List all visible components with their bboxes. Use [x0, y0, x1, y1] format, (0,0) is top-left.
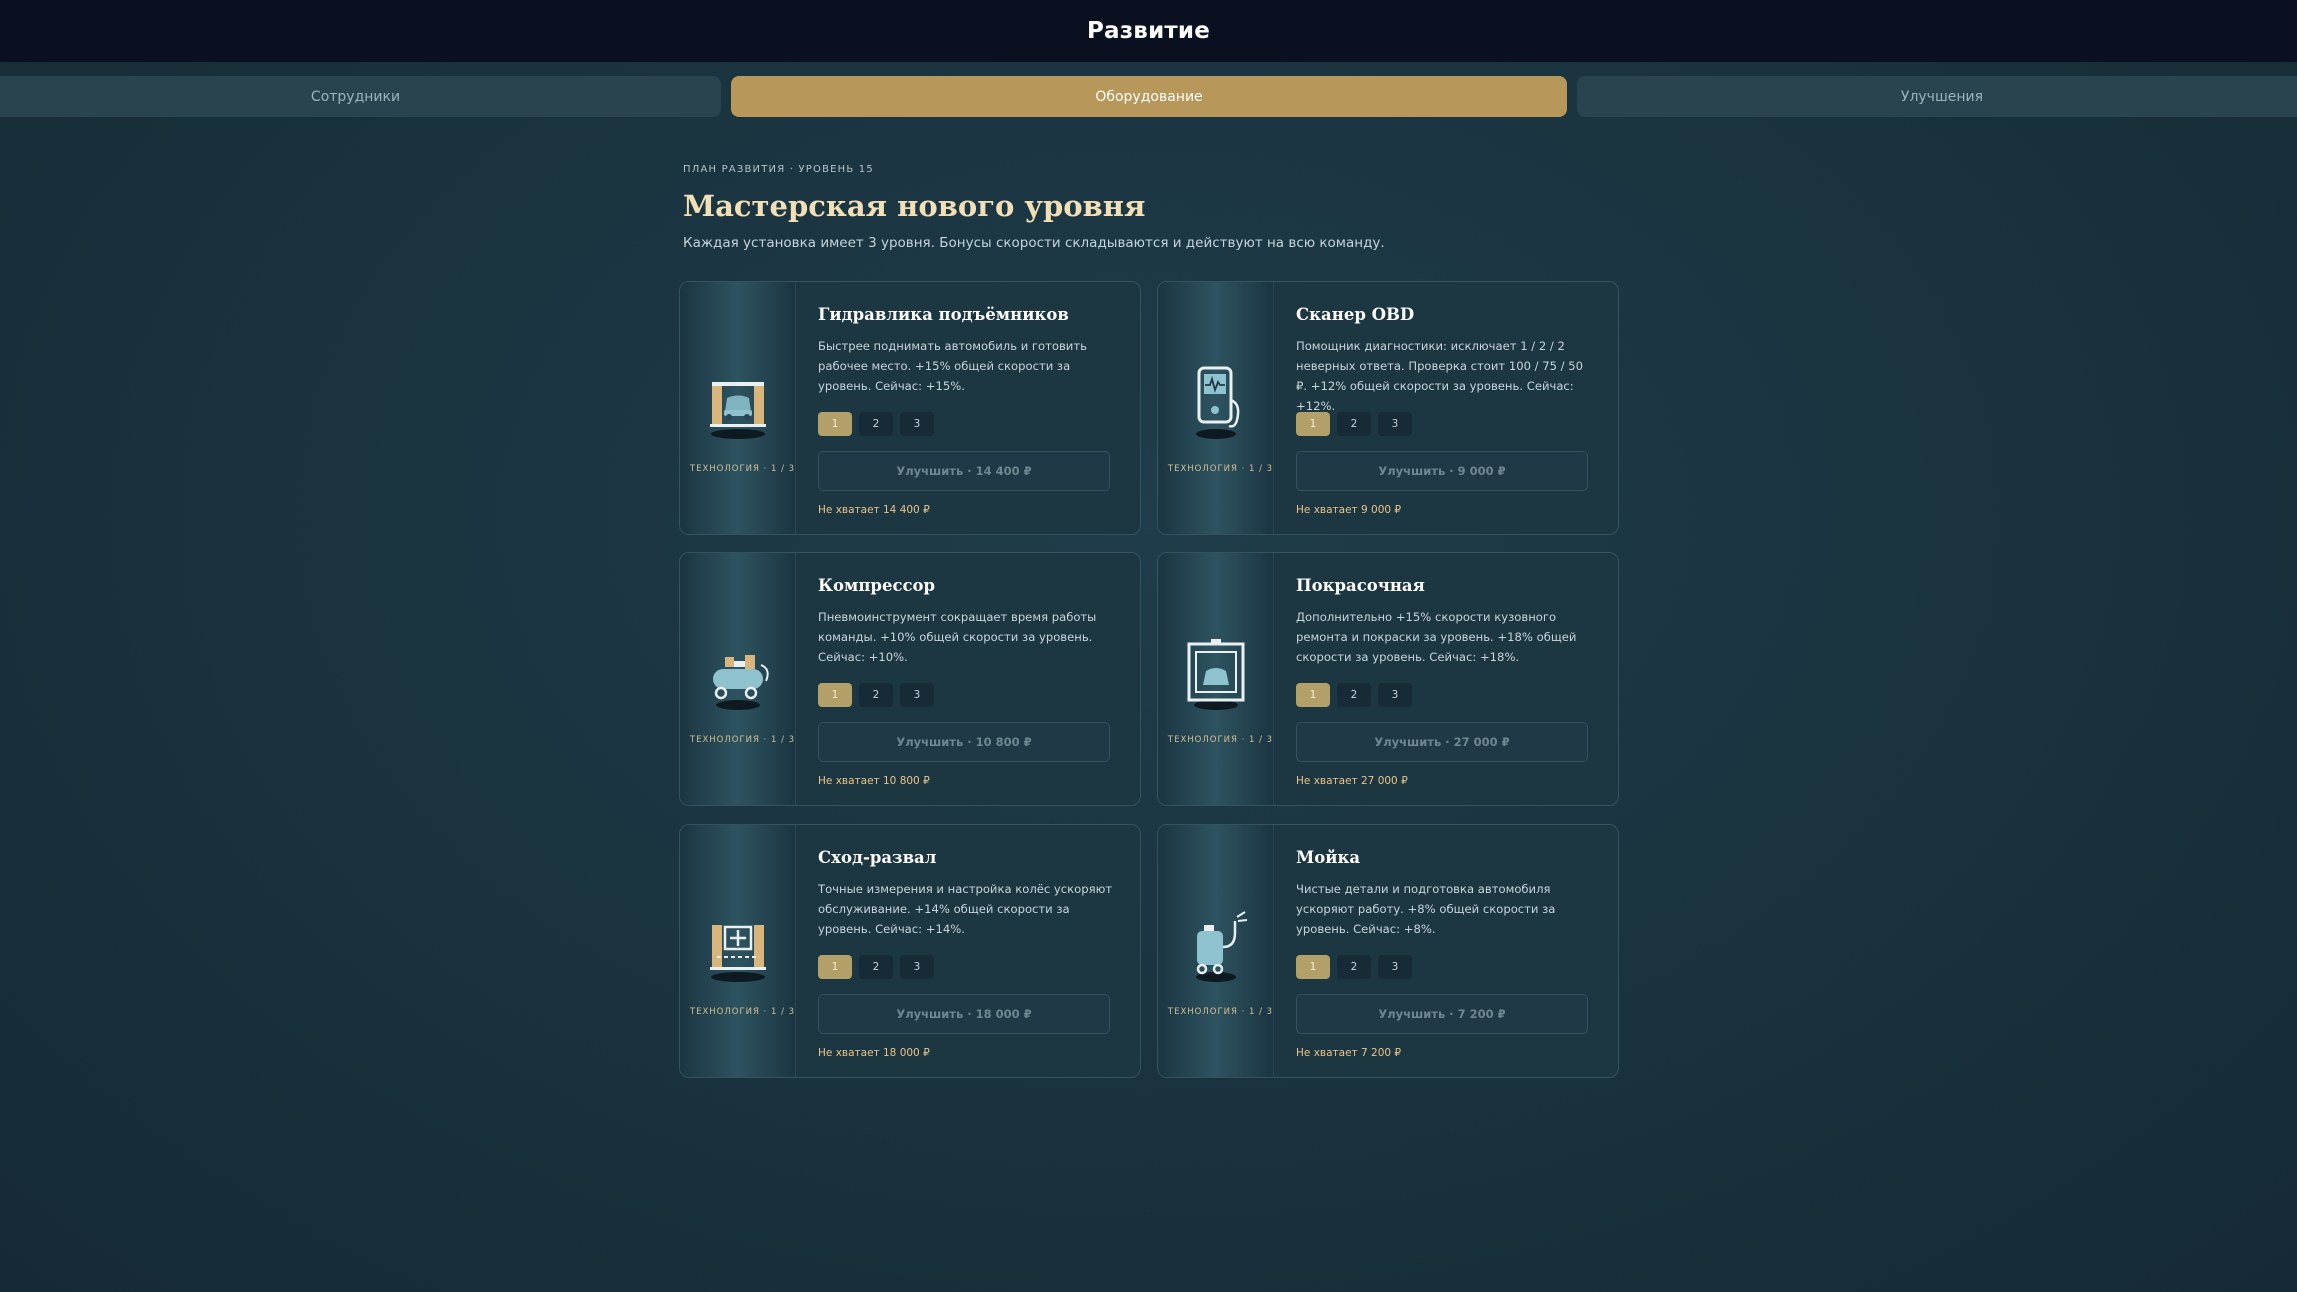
equipment-card-alignment: ТЕХНОЛОГИЯ · 1 / 3 Сход-развал Точные из…	[679, 824, 1141, 1078]
card-body: Покрасочная Дополнительно +15% скорости …	[1274, 553, 1618, 805]
level-selector: 1 2 3	[1296, 412, 1412, 436]
compressor-icon	[703, 631, 773, 711]
upgrade-button[interactable]: Улучшить · 18 000 ₽	[818, 994, 1110, 1034]
level-selector: 1 2 3	[1296, 683, 1412, 707]
level-2: 2	[859, 955, 893, 979]
plan-level-label: ПЛАН РАЗВИТИЯ · УРОВЕНЬ 15	[683, 164, 874, 175]
section-subtitle: Каждая установка имеет 3 уровня. Бонусы …	[683, 235, 1385, 251]
upgrade-button[interactable]: Улучшить · 7 200 ₽	[1296, 994, 1588, 1034]
section-title: Мастерская нового уровня	[683, 189, 1146, 223]
level-1: 1	[818, 412, 852, 436]
level-3: 3	[1378, 683, 1412, 707]
level-selector: 1 2 3	[1296, 955, 1412, 979]
equipment-card-paint-booth: ТЕХНОЛОГИЯ · 1 / 3 Покрасочная Дополните…	[1157, 552, 1619, 806]
card-title: Сход-развал	[818, 848, 937, 867]
equipment-card-compressor: ТЕХНОЛОГИЯ · 1 / 3 Компрессор Пневмоинст…	[679, 552, 1141, 806]
insufficient-funds-text: Не хватает 10 800 ₽	[818, 775, 930, 787]
card-illustration: ТЕХНОЛОГИЯ · 1 / 3	[680, 825, 796, 1077]
card-description: Чистые детали и подготовка автомобиля ус…	[1296, 882, 1556, 936]
upgrade-button[interactable]: Улучшить · 14 400 ₽	[818, 451, 1110, 491]
insufficient-funds-text: Не хватает 7 200 ₽	[1296, 1047, 1402, 1059]
card-illustration: ТЕХНОЛОГИЯ · 1 / 3	[1158, 282, 1274, 534]
level-1: 1	[1296, 955, 1330, 979]
card-title: Компрессор	[818, 576, 936, 595]
wheel-alignment-icon	[703, 903, 773, 983]
level-3: 3	[900, 955, 934, 979]
equipment-card-wash: ТЕХНОЛОГИЯ · 1 / 3 Мойка Чистые детали и…	[1157, 824, 1619, 1078]
insufficient-funds-text: Не хватает 18 000 ₽	[818, 1047, 930, 1059]
card-illustration: ТЕХНОЛОГИЯ · 1 / 3	[1158, 553, 1274, 805]
equipment-card-obd: ТЕХНОЛОГИЯ · 1 / 3 Сканер OBD Помощник д…	[1157, 281, 1619, 535]
card-description: Дополнительно +15% скорости кузовного ре…	[1296, 610, 1577, 664]
card-description: Точные измерения и настройка колёс ускор…	[818, 882, 1113, 936]
tab-upgrades[interactable]: Улучшения	[1577, 76, 2297, 117]
card-illustration: ТЕХНОЛОГИЯ · 1 / 3	[1158, 825, 1274, 1077]
card-body: Мойка Чистые детали и подготовка автомоб…	[1274, 825, 1618, 1077]
level-3: 3	[1378, 412, 1412, 436]
level-3: 3	[900, 683, 934, 707]
level-selector: 1 2 3	[818, 955, 934, 979]
tech-level-label: ТЕХНОЛОГИЯ · 1 / 3	[689, 464, 796, 474]
paint-booth-icon	[1181, 631, 1251, 711]
card-description: Пневмоинструмент сокращает время работы …	[818, 610, 1097, 664]
tech-level-label: ТЕХНОЛОГИЯ · 1 / 3	[689, 1007, 796, 1017]
card-illustration: ТЕХНОЛОГИЯ · 1 / 3	[680, 282, 796, 534]
top-bar: Развитие	[0, 0, 2297, 62]
upgrade-button[interactable]: Улучшить · 10 800 ₽	[818, 722, 1110, 762]
insufficient-funds-text: Не хватает 14 400 ₽	[818, 504, 930, 516]
tech-level-label: ТЕХНОЛОГИЯ · 1 / 3	[689, 735, 796, 745]
page-title: Развитие	[1086, 18, 1211, 44]
level-1: 1	[818, 683, 852, 707]
level-2: 2	[1337, 412, 1371, 436]
level-3: 3	[900, 412, 934, 436]
tech-level-label: ТЕХНОЛОГИЯ · 1 / 3	[1167, 464, 1274, 474]
level-2: 2	[1337, 683, 1371, 707]
upgrade-button[interactable]: Улучшить · 27 000 ₽	[1296, 722, 1588, 762]
card-description: Помощник диагностики: исключает 1 / 2 / …	[1296, 339, 1584, 413]
card-illustration: ТЕХНОЛОГИЯ · 1 / 3	[680, 553, 796, 805]
level-selector: 1 2 3	[818, 683, 934, 707]
level-selector: 1 2 3	[818, 412, 934, 436]
level-2: 2	[859, 412, 893, 436]
tab-staff[interactable]: Сотрудники	[0, 76, 721, 117]
card-body: Гидравлика подъёмников Быстрее поднимать…	[796, 282, 1140, 534]
card-title: Мойка	[1296, 848, 1361, 867]
insufficient-funds-text: Не хватает 27 000 ₽	[1296, 775, 1408, 787]
card-title: Гидравлика подъёмников	[818, 305, 1069, 324]
level-3: 3	[1378, 955, 1412, 979]
car-lift-icon	[703, 360, 773, 440]
insufficient-funds-text: Не хватает 9 000 ₽	[1296, 504, 1402, 516]
level-2: 2	[859, 683, 893, 707]
card-body: Сканер OBD Помощник диагностики: исключа…	[1274, 282, 1618, 534]
hero-section: ПЛАН РАЗВИТИЯ · УРОВЕНЬ 15 Мастерская но…	[683, 164, 1623, 251]
level-2: 2	[1337, 955, 1371, 979]
tab-bar: Сотрудники Оборудование Улучшения	[0, 76, 2297, 117]
card-title: Сканер OBD	[1296, 305, 1415, 324]
level-1: 1	[818, 955, 852, 979]
level-1: 1	[1296, 683, 1330, 707]
card-body: Компрессор Пневмоинструмент сокращает вр…	[796, 553, 1140, 805]
tech-level-label: ТЕХНОЛОГИЯ · 1 / 3	[1167, 1007, 1274, 1017]
card-title: Покрасочная	[1296, 576, 1425, 595]
tech-level-label: ТЕХНОЛОГИЯ · 1 / 3	[1167, 735, 1274, 745]
upgrade-button[interactable]: Улучшить · 9 000 ₽	[1296, 451, 1588, 491]
obd-scanner-icon	[1181, 360, 1251, 440]
level-1: 1	[1296, 412, 1330, 436]
card-body: Сход-развал Точные измерения и настройка…	[796, 825, 1140, 1077]
equipment-card-lift: ТЕХНОЛОГИЯ · 1 / 3 Гидравлика подъёмнико…	[679, 281, 1141, 535]
card-description: Быстрее поднимать автомобиль и готовить …	[818, 339, 1087, 393]
car-wash-icon	[1181, 903, 1251, 983]
tab-equipment[interactable]: Оборудование	[731, 76, 1567, 117]
